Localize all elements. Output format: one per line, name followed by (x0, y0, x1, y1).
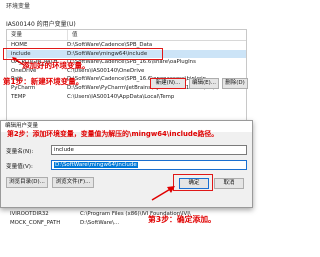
highlight-include-row (3, 48, 163, 60)
var-name: TEMP (11, 93, 26, 100)
var-name-label: 变量名(N): (6, 149, 34, 155)
arrow-icon (12, 57, 25, 66)
table-header: 变量 值 (7, 30, 246, 41)
var-name: IVIROOTDIR32 (10, 211, 49, 217)
var-value: C:\Users\IAS00140\AppData\Local\Temp (67, 93, 175, 100)
col-variable[interactable]: 变量 (7, 30, 68, 40)
var-value: D:\SoftWare\... (80, 220, 120, 226)
var-name-field[interactable]: include (51, 145, 247, 155)
annotation-step3: 第3步：确定添加。 (148, 215, 216, 224)
environment-variables-window: 环境变量 IAS00140 的用户变量(U) 变量 值 HOME D:\SoftW… (0, 0, 253, 257)
browse-dir-button[interactable]: 浏览目录(D)... (6, 177, 48, 188)
edit-button[interactable]: 编辑(E)... (189, 78, 219, 89)
var-value-field[interactable]: D:\SoftWare\mingw64\include (51, 160, 247, 170)
var-name: MOCK_CONF_PATH (10, 220, 61, 226)
cancel-button[interactable]: 取消 (214, 178, 244, 189)
annotation-step2: 第2步：添加环境变量，变量值为解压的\mingw64\include路径。 (7, 130, 219, 138)
browse-file-button[interactable]: 浏览文件(F)... (52, 177, 94, 188)
var-value-text: D:\SoftWare\mingw64\include (54, 162, 138, 168)
table-row[interactable]: TEMP C:\Users\IAS00140\AppData\Local\Temp (7, 93, 246, 102)
user-vars-group-label: IAS00140 的用户变量(U) (6, 21, 76, 28)
annotation-step1: 第1步：新建环境变量。 (3, 77, 84, 86)
new-button[interactable]: 新建(N)... (150, 78, 186, 89)
col-value[interactable]: 值 (68, 30, 78, 40)
arrow-icon (151, 186, 175, 201)
window-title: 环境变量 (6, 3, 31, 10)
delete-button[interactable]: 删除(D) (222, 78, 248, 89)
annotation-added-var: 添加好的环境变量。 (22, 61, 90, 70)
var-value-label: 变量值(V): (6, 164, 33, 170)
